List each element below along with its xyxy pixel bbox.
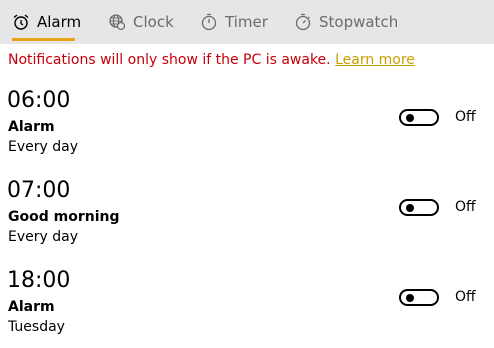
- tab-timer-label: Timer: [225, 13, 268, 31]
- tab-clock[interactable]: Clock: [108, 0, 174, 44]
- alarm-name: Good morning: [8, 209, 120, 225]
- tab-stopwatch[interactable]: Stopwatch: [294, 0, 398, 44]
- alarm-toggle[interactable]: [399, 109, 439, 126]
- alarm-state-label: Off: [455, 199, 476, 215]
- toggle-knob: [406, 114, 414, 122]
- tab-clock-label: Clock: [133, 13, 174, 31]
- alarm-state-label: Off: [455, 289, 476, 305]
- toggle-knob: [406, 294, 414, 302]
- alarm-time: 06:00: [7, 88, 71, 113]
- alarm-clock-icon: [12, 13, 30, 31]
- alarm-item[interactable]: 07:00 Good morning Every day Off: [0, 178, 494, 258]
- alarm-repeat: Every day: [8, 139, 78, 155]
- alarm-item[interactable]: 06:00 Alarm Every day Off: [0, 88, 494, 168]
- tab-alarm-label: Alarm: [37, 13, 82, 31]
- toggle-knob: [406, 204, 414, 212]
- tab-timer[interactable]: Timer: [200, 0, 268, 44]
- alarm-state-label: Off: [455, 109, 476, 125]
- alarm-repeat: Tuesday: [8, 319, 65, 335]
- alarm-repeat: Every day: [8, 229, 78, 245]
- tab-bar: Alarm Clock Timer Stopwatch: [0, 0, 494, 44]
- notification-text: Notifications will only show if the PC i…: [8, 52, 331, 68]
- alarm-toggle[interactable]: [399, 199, 439, 216]
- world-clock-icon: [108, 13, 126, 31]
- alarm-name: Alarm: [8, 299, 55, 315]
- timer-icon: [200, 13, 218, 31]
- alarm-name: Alarm: [8, 119, 55, 135]
- active-tab-indicator: [12, 38, 75, 41]
- notification-warning: Notifications will only show if the PC i…: [8, 52, 415, 68]
- alarm-toggle[interactable]: [399, 289, 439, 306]
- alarm-time: 18:00: [7, 268, 71, 293]
- learn-more-link[interactable]: Learn more: [335, 52, 415, 68]
- stopwatch-icon: [294, 13, 312, 31]
- tab-stopwatch-label: Stopwatch: [319, 13, 399, 31]
- alarm-item[interactable]: 18:00 Alarm Tuesday Off: [0, 268, 494, 348]
- alarm-time: 07:00: [7, 178, 71, 203]
